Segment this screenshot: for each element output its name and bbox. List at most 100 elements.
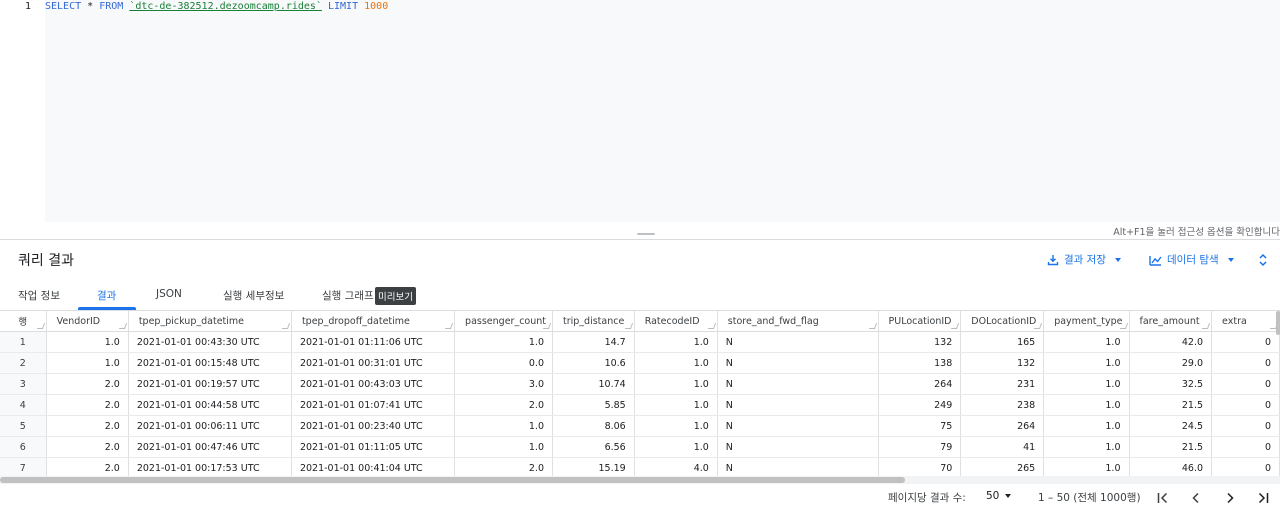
cell-vendor-id[interactable]: 1.0 (46, 352, 129, 374)
last-page-icon[interactable] (1255, 490, 1271, 506)
cell-ratecode-id[interactable]: 4.0 (634, 457, 718, 476)
column-header-pickup-datetime[interactable]: tpep_pickup_datetime (128, 311, 292, 332)
cell-passenger-count[interactable]: 1.0 (454, 436, 553, 458)
prev-page-icon[interactable] (1188, 490, 1204, 506)
cell-dropoff-datetime[interactable]: 2021-01-01 00:41:04 UTC (291, 457, 456, 476)
cell-ratecode-id[interactable]: 1.0 (634, 352, 718, 374)
cell-trip-distance[interactable]: 8.06 (552, 415, 635, 437)
cell-fare-amount[interactable]: 46.0 (1129, 457, 1213, 476)
code-area[interactable]: SELECT * FROM `dtc-de-382512.dezoomcamp.… (45, 0, 1280, 222)
cell-pickup-datetime[interactable]: 2021-01-01 00:15:48 UTC (128, 352, 292, 374)
cell-dropoff-datetime[interactable]: 2021-01-01 00:31:01 UTC (291, 352, 456, 374)
cell-vendor-id[interactable]: 2.0 (46, 436, 129, 458)
cell-vendor-id[interactable]: 2.0 (46, 415, 129, 437)
cell-vendor-id[interactable]: 2.0 (46, 457, 129, 476)
cell-pu-location-id[interactable]: 138 (878, 352, 962, 374)
resize-handle[interactable] (637, 233, 655, 235)
cell-passenger-count[interactable]: 2.0 (454, 457, 553, 476)
cell-extra[interactable]: 0 (1211, 415, 1280, 437)
cell-payment-type[interactable]: 1.0 (1043, 394, 1130, 416)
cell-pu-location-id[interactable]: 264 (878, 373, 962, 395)
cell-fare-amount[interactable]: 24.5 (1129, 415, 1213, 437)
cell-do-location-id[interactable]: 264 (960, 415, 1045, 437)
cell-row-number[interactable]: 1 (0, 331, 47, 353)
cell-payment-type[interactable]: 1.0 (1043, 373, 1130, 395)
cell-store-and-fwd-flag[interactable]: N (717, 394, 879, 416)
vertical-scrollbar-thumb[interactable] (1276, 311, 1280, 335)
cell-dropoff-datetime[interactable]: 2021-01-01 00:43:03 UTC (291, 373, 456, 395)
column-header-passenger-count[interactable]: passenger_count (454, 311, 553, 332)
cell-fare-amount[interactable]: 42.0 (1129, 331, 1213, 353)
cell-pickup-datetime[interactable]: 2021-01-01 00:17:53 UTC (128, 457, 292, 476)
cell-do-location-id[interactable]: 238 (960, 394, 1045, 416)
cell-payment-type[interactable]: 1.0 (1043, 436, 1130, 458)
column-header-ratecode-id[interactable]: RatecodeID (634, 311, 718, 332)
column-header-fare-amount[interactable]: fare_amount (1129, 311, 1213, 332)
cell-passenger-count[interactable]: 1.0 (454, 415, 553, 437)
cell-payment-type[interactable]: 1.0 (1043, 415, 1130, 437)
tab-execution-details[interactable]: 실행 세부정보 (223, 288, 284, 303)
cell-passenger-count[interactable]: 3.0 (454, 373, 553, 395)
cell-row-number[interactable]: 2 (0, 352, 47, 374)
cell-vendor-id[interactable]: 2.0 (46, 394, 129, 416)
cell-pickup-datetime[interactable]: 2021-01-01 00:47:46 UTC (128, 436, 292, 458)
cell-pu-location-id[interactable]: 79 (878, 436, 962, 458)
cell-pu-location-id[interactable]: 249 (878, 394, 962, 416)
cell-vendor-id[interactable]: 1.0 (46, 331, 129, 353)
cell-pu-location-id[interactable]: 132 (878, 331, 962, 353)
cell-row-number[interactable]: 7 (0, 457, 47, 476)
cell-trip-distance[interactable]: 5.85 (552, 394, 635, 416)
horizontal-scrollbar-thumb[interactable] (0, 477, 905, 483)
cell-payment-type[interactable]: 1.0 (1043, 457, 1130, 476)
cell-store-and-fwd-flag[interactable]: N (717, 436, 879, 458)
cell-extra[interactable]: 0 (1211, 373, 1280, 395)
column-header-do-location-id[interactable]: DOLocationID (960, 311, 1045, 332)
save-results-button[interactable]: 결과 저장 (1047, 252, 1121, 267)
cell-fare-amount[interactable]: 32.5 (1129, 373, 1213, 395)
column-header-store-and-fwd-flag[interactable]: store_and_fwd_flag (717, 311, 879, 332)
column-header-trip-distance[interactable]: trip_distance (552, 311, 635, 332)
column-header-pu-location-id[interactable]: PULocationID (878, 311, 962, 332)
cell-ratecode-id[interactable]: 1.0 (634, 394, 718, 416)
cell-trip-distance[interactable]: 15.19 (552, 457, 635, 476)
cell-pu-location-id[interactable]: 70 (878, 457, 962, 476)
cell-store-and-fwd-flag[interactable]: N (717, 457, 879, 476)
cell-extra[interactable]: 0 (1211, 394, 1280, 416)
cell-do-location-id[interactable]: 265 (960, 457, 1045, 476)
cell-ratecode-id[interactable]: 1.0 (634, 415, 718, 437)
unfold-icon[interactable] (1257, 252, 1269, 268)
cell-row-number[interactable]: 6 (0, 436, 47, 458)
cell-extra[interactable]: 0 (1211, 331, 1280, 353)
cell-payment-type[interactable]: 1.0 (1043, 331, 1130, 353)
tab-job-info[interactable]: 작업 정보 (18, 288, 60, 303)
cell-extra[interactable]: 0 (1211, 352, 1280, 374)
column-header-extra[interactable]: extra (1211, 311, 1280, 332)
cell-pickup-datetime[interactable]: 2021-01-01 00:43:30 UTC (128, 331, 292, 353)
column-header-payment-type[interactable]: payment_type (1043, 311, 1130, 332)
cell-do-location-id[interactable]: 231 (960, 373, 1045, 395)
sql-editor[interactable]: 1 SELECT * FROM `dtc-de-382512.dezoomcam… (0, 0, 1280, 222)
cell-fare-amount[interactable]: 21.5 (1129, 436, 1213, 458)
cell-dropoff-datetime[interactable]: 2021-01-01 01:11:05 UTC (291, 436, 456, 458)
cell-trip-distance[interactable]: 10.74 (552, 373, 635, 395)
cell-row-number[interactable]: 4 (0, 394, 47, 416)
cell-extra[interactable]: 0 (1211, 436, 1280, 458)
cell-dropoff-datetime[interactable]: 2021-01-01 01:07:41 UTC (291, 394, 456, 416)
first-page-icon[interactable] (1155, 490, 1171, 506)
cell-trip-distance[interactable]: 14.7 (552, 331, 635, 353)
cell-store-and-fwd-flag[interactable]: N (717, 415, 879, 437)
cell-row-number[interactable]: 3 (0, 373, 47, 395)
column-header-dropoff-datetime[interactable]: tpep_dropoff_datetime (291, 311, 456, 332)
cell-fare-amount[interactable]: 29.0 (1129, 352, 1213, 374)
column-header-row-number[interactable]: 행 (0, 311, 47, 332)
cell-store-and-fwd-flag[interactable]: N (717, 331, 879, 353)
cell-dropoff-datetime[interactable]: 2021-01-01 00:23:40 UTC (291, 415, 456, 437)
cell-store-and-fwd-flag[interactable]: N (717, 352, 879, 374)
tab-json[interactable]: JSON (156, 288, 182, 300)
cell-do-location-id[interactable]: 132 (960, 352, 1045, 374)
cell-do-location-id[interactable]: 165 (960, 331, 1045, 353)
cell-trip-distance[interactable]: 6.56 (552, 436, 635, 458)
results-table-container[interactable]: 행 VendorID tpep_pickup_datetime tpep_dropof… (0, 311, 1280, 476)
cell-passenger-count[interactable]: 0.0 (454, 352, 553, 374)
cell-pickup-datetime[interactable]: 2021-01-01 00:19:57 UTC (128, 373, 292, 395)
